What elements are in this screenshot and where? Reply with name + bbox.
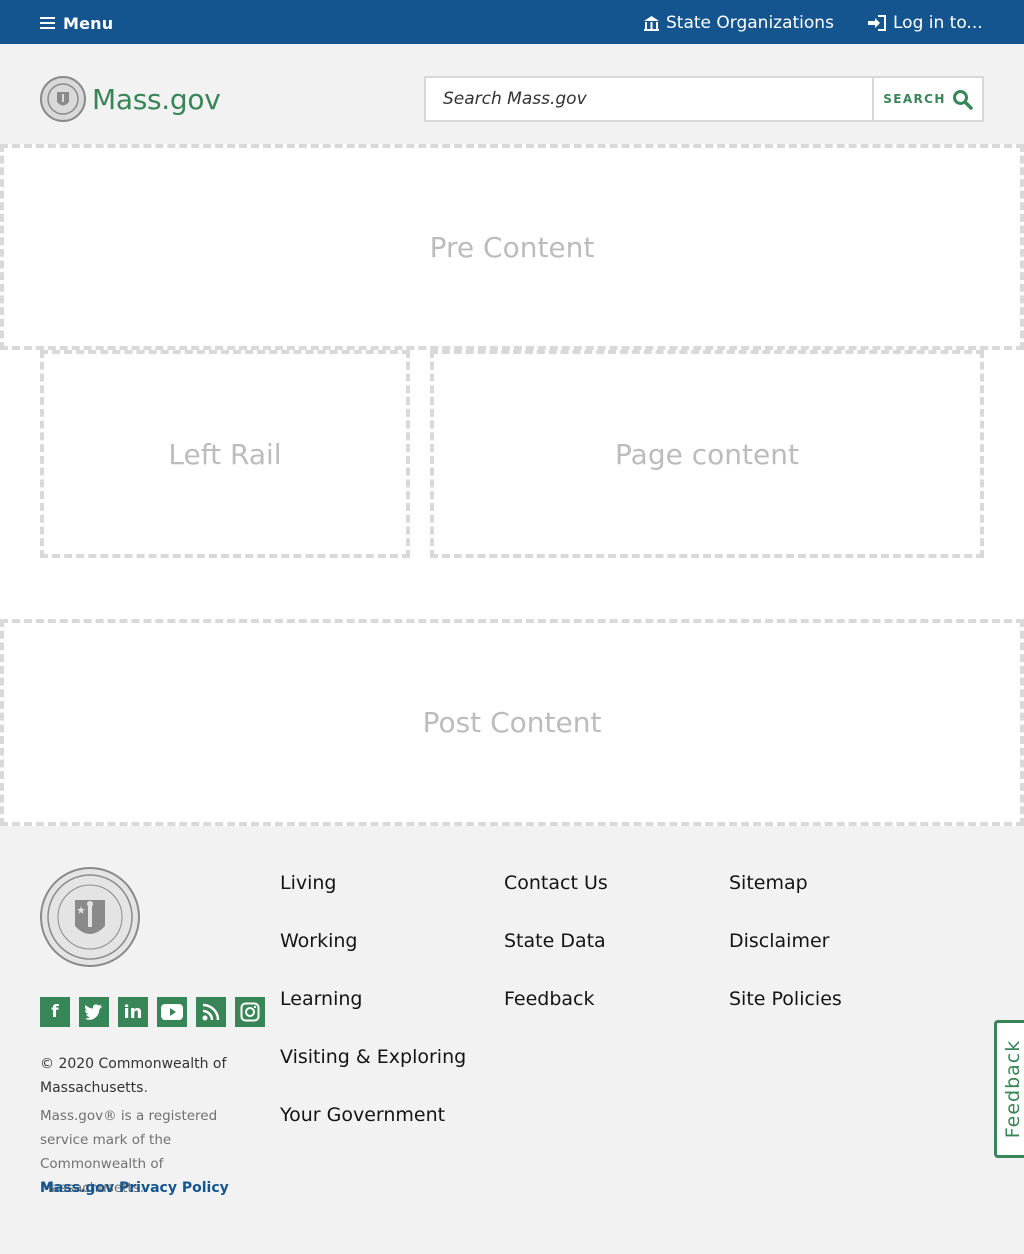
footer-nav-col-2: Contact Us State Data Feedback (504, 868, 608, 1042)
footer-link-working[interactable]: Working (280, 926, 466, 984)
left-rail-label: Left Rail (168, 437, 282, 471)
search-button[interactable]: SEARCH (872, 78, 982, 120)
hamburger-icon (40, 17, 55, 29)
search-input[interactable] (426, 78, 872, 120)
site-footer: f in © 2020 Commonwealth of Massachusett… (0, 826, 1024, 1254)
linkedin-icon[interactable]: in (118, 997, 148, 1027)
utility-nav: Menu State Organizations Log in to... (0, 0, 1024, 44)
state-organizations-label: State Organizations (666, 13, 834, 33)
feedback-tab-label: Feedback (1002, 1039, 1024, 1139)
login-button[interactable]: Log in to... (867, 10, 983, 36)
privacy-policy-link[interactable]: Mass.gov Privacy Policy (40, 1180, 229, 1196)
building-icon (644, 15, 659, 31)
footer-link-contact-us[interactable]: Contact Us (504, 868, 608, 926)
footer-link-your-government[interactable]: Your Government (280, 1100, 466, 1158)
copyright-period: . (143, 1080, 148, 1096)
footer-link-feedback[interactable]: Feedback (504, 984, 608, 1042)
instagram-icon[interactable] (235, 997, 265, 1027)
footer-nav-col-1: Living Working Learning Visiting & Explo… (280, 868, 466, 1158)
twitter-icon[interactable] (79, 997, 109, 1027)
copyright-owner: © 2020 Commonwealth of Massachusetts (40, 1056, 227, 1096)
feedback-tab[interactable]: Feedback (994, 1020, 1024, 1158)
footer-link-living[interactable]: Living (280, 868, 466, 926)
copyright-text: © 2020 Commonwealth of Massachusetts. (40, 1052, 250, 1100)
state-organizations-button[interactable]: State Organizations (643, 10, 834, 36)
pre-content-label: Pre Content (429, 230, 595, 264)
post-content-region: Post Content (0, 619, 1024, 826)
pre-content-region: Pre Content (0, 144, 1024, 350)
facebook-icon[interactable]: f (40, 997, 70, 1027)
footer-link-site-policies[interactable]: Site Policies (729, 984, 842, 1042)
rss-icon[interactable] (196, 997, 226, 1027)
menu-label: Menu (63, 13, 114, 33)
youtube-icon[interactable] (157, 997, 187, 1027)
menu-button[interactable]: Menu (40, 10, 113, 36)
left-rail-region: Left Rail (40, 350, 410, 558)
page-content-region: Page content (430, 350, 984, 558)
post-content-label: Post Content (422, 706, 602, 739)
footer-link-visiting-exploring[interactable]: Visiting & Exploring (280, 1042, 466, 1100)
footer-link-disclaimer[interactable]: Disclaimer (729, 926, 842, 984)
page-content-label: Page content (615, 437, 799, 471)
search-button-label: SEARCH (883, 92, 946, 106)
login-label: Log in to... (893, 13, 983, 33)
site-header: Mass.gov SEARCH (0, 44, 1024, 144)
footer-link-learning[interactable]: Learning (280, 984, 466, 1042)
site-logo[interactable]: Mass.gov (40, 76, 221, 122)
footer-nav-col-3: Sitemap Disclaimer Site Policies (729, 868, 842, 1042)
search-icon (952, 89, 973, 110)
footer-link-state-data[interactable]: State Data (504, 926, 608, 984)
massachusetts-seal-icon (40, 867, 140, 967)
search-form: SEARCH (424, 76, 984, 122)
massachusetts-seal-icon (40, 76, 86, 122)
footer-link-sitemap[interactable]: Sitemap (729, 868, 842, 926)
social-links: f in (40, 997, 265, 1027)
login-icon (868, 15, 886, 31)
logo-text: Mass.gov (92, 82, 221, 116)
